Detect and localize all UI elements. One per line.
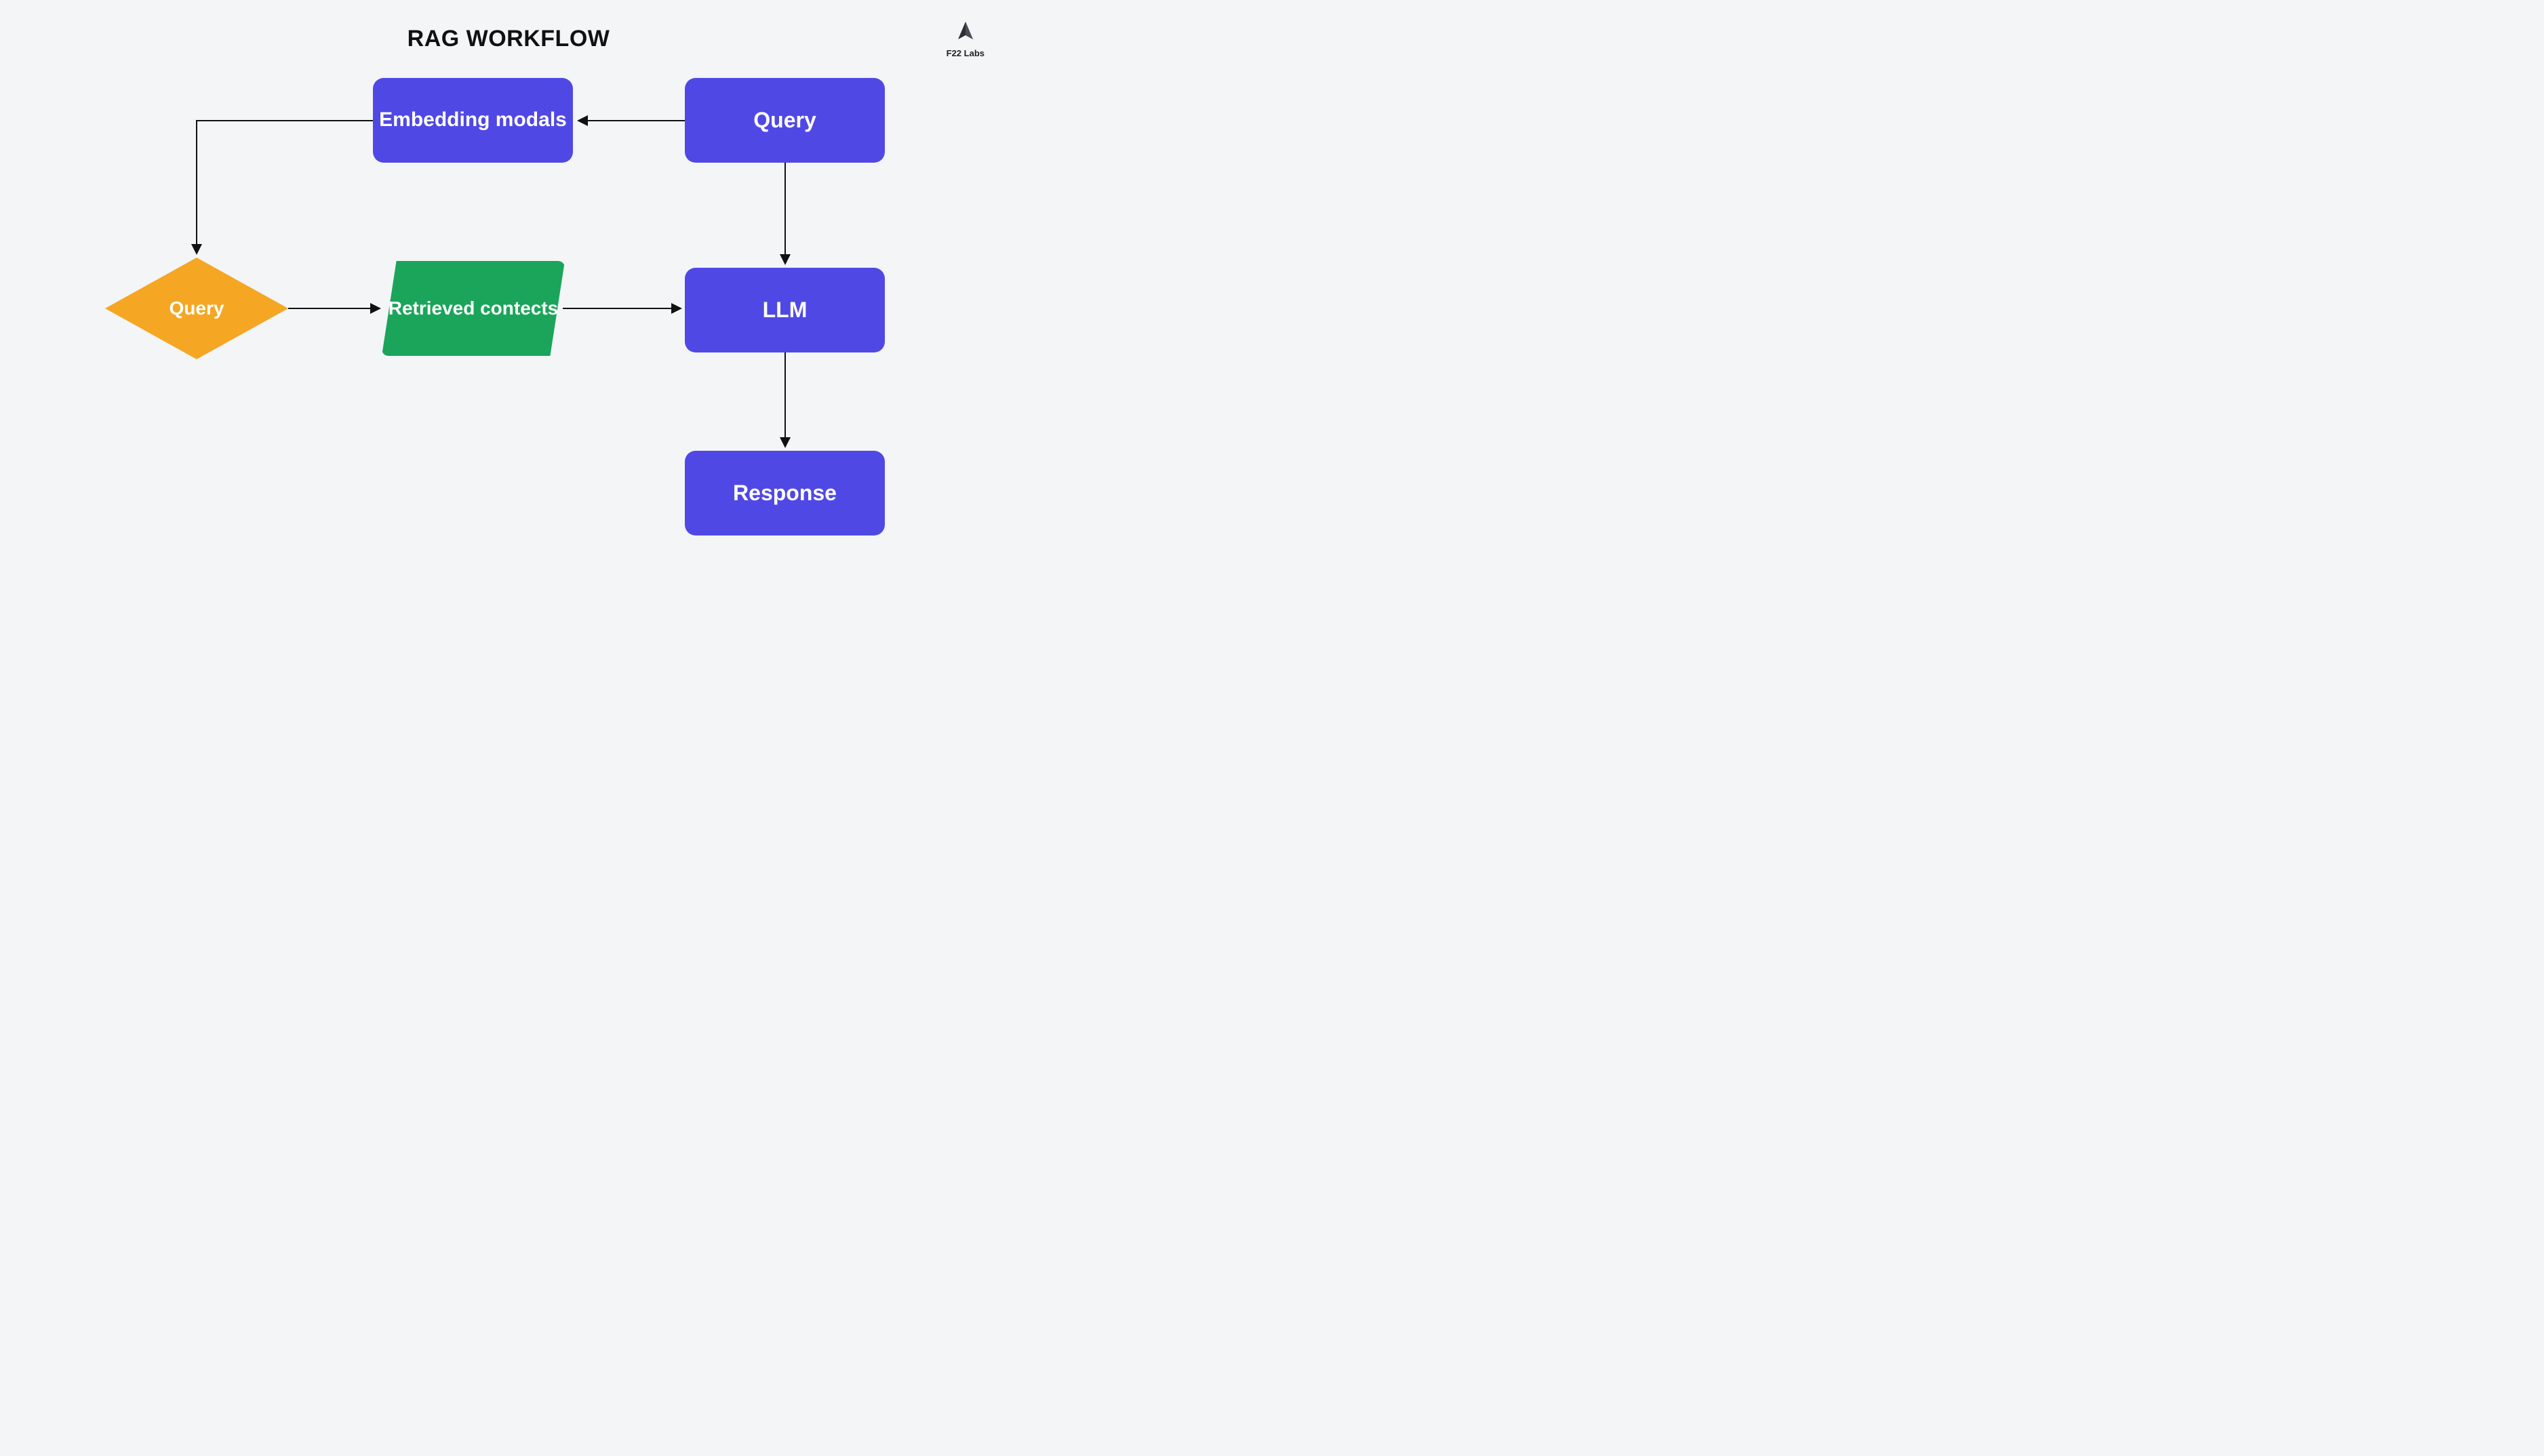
brand-icon (954, 22, 977, 45)
node-label: Retrieved contects (389, 298, 559, 319)
node-label: Embedding modals (379, 108, 567, 132)
diagram-title: RAG WORKFLOW (0, 26, 1017, 52)
brand-label: F22 Labs (947, 48, 985, 58)
node-query-diamond: Query (105, 258, 288, 359)
node-response: Response (685, 451, 885, 535)
node-retrieved-contexts: Retrieved contects (382, 261, 565, 356)
brand-logo: F22 Labs (947, 22, 985, 58)
arrow-embedding-to-querydiamond (197, 121, 373, 254)
node-label: Query (753, 108, 816, 133)
node-embedding-modals: Embedding modals (373, 78, 573, 163)
node-query-top: Query (685, 78, 885, 163)
diagram-canvas: RAG WORKFLOW F22 Labs Embedding modals Q… (0, 0, 1017, 582)
node-label: Query (170, 298, 224, 319)
node-label: LLM (763, 298, 808, 323)
node-llm: LLM (685, 268, 885, 352)
node-label: Response (733, 481, 837, 506)
